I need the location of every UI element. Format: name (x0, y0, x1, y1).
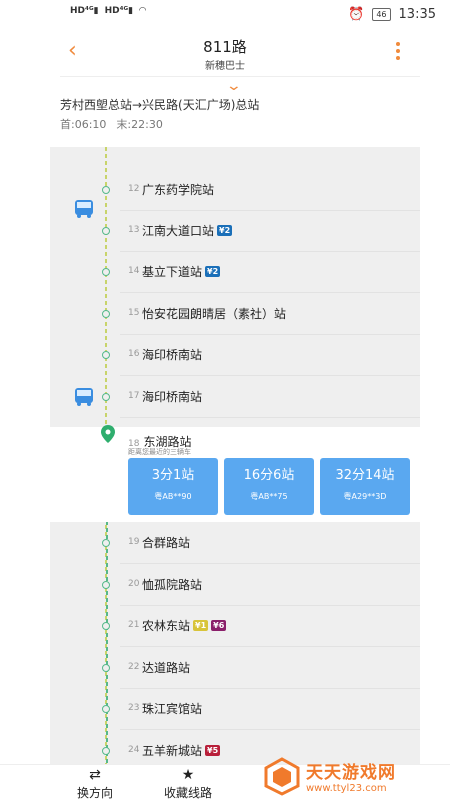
stop-number: 21 (128, 620, 140, 630)
stop-name: 珠江宾馆站 (142, 702, 203, 716)
metro-badge: ¥2 (217, 225, 233, 236)
switch-direction-label: 换方向 (76, 786, 113, 800)
alarm-icon: ⏰ (348, 7, 365, 22)
stop-dot (102, 351, 110, 359)
stop-number: 23 (128, 703, 140, 713)
stop-name: 达道路站 (142, 661, 191, 675)
status-bar: HD⁴ᴳ▮ HD⁴ᴳ▮ ◠ ⏰ 46 13:35 (0, 0, 450, 30)
stop-number: 22 (128, 662, 140, 672)
signal-icon: HD⁴ᴳ▮ (104, 6, 134, 16)
chevron-down-icon[interactable]: ⌄ (226, 78, 242, 94)
switch-direction-button[interactable]: ⇄ 换方向 (55, 767, 135, 801)
stop-name: 合群路站 (142, 536, 191, 550)
signal-indicators: HD⁴ᴳ▮ HD⁴ᴳ▮ ◠ (70, 6, 146, 16)
stop-name: 恤孤院路站 (142, 578, 203, 592)
stop-dot (102, 310, 110, 318)
arrival-eta: 16分6站 (243, 468, 295, 483)
watermark-title: 天天游戏网 (306, 763, 396, 783)
page-title: 811路 (203, 38, 247, 56)
stop-dot (102, 664, 110, 672)
watermark: 天天游戏网 www.ttyl23.com (262, 752, 450, 800)
stop-dot (102, 622, 110, 630)
clock: 13:35 (398, 7, 436, 22)
stop-dot (102, 268, 110, 276)
stop-row[interactable]: 16 海印桥南站 (120, 335, 420, 376)
stop-row[interactable]: 20 恤孤院路站 (120, 565, 420, 606)
stop-row[interactable]: 14 基立下道站 ¥2 (120, 252, 420, 293)
stop-number: 13 (128, 225, 140, 235)
stop-number: 17 (128, 391, 140, 401)
stop-number: 24 (128, 745, 140, 755)
bus-plate: 粤AB**75 (250, 492, 288, 501)
stop-name: 江南大道口站 (142, 224, 215, 238)
arrival-eta: 3分1站 (151, 468, 195, 483)
header-divider (60, 76, 420, 77)
star-icon: ★ (181, 767, 195, 783)
stop-row[interactable]: 21 农林东站 ¥1 ¥6 (120, 606, 420, 647)
service-hours: 首:06:10 末:22:30 (60, 116, 163, 132)
arrival-card[interactable]: 16分6站 粤AB**75 (224, 458, 314, 515)
stop-dot (102, 186, 110, 194)
nearest-buses-note: 距离您最近的三辆车 (128, 448, 191, 456)
metro-badge: ¥6 (211, 620, 227, 631)
stop-row[interactable]: 17 海印桥南站 (120, 377, 420, 418)
watermark-logo-icon (264, 757, 300, 796)
stop-dot (102, 747, 110, 755)
stop-dot (102, 227, 110, 235)
stop-number: 16 (128, 349, 140, 359)
current-stop-panel[interactable]: 18 东湖路站 距离您最近的三辆车 3分1站 粤AB**90 16分6站 粤AB*… (50, 425, 420, 522)
arrival-card[interactable]: 32分14站 粤A29**3D (320, 458, 410, 515)
stop-number: 15 (128, 308, 140, 318)
watermark-url: www.ttyl23.com (306, 783, 387, 794)
stop-row[interactable]: 13 江南大道口站 ¥2 (120, 211, 420, 252)
more-menu-icon[interactable] (396, 42, 400, 62)
stop-name: 广东药学院站 (142, 183, 215, 197)
swap-icon: ⇄ (89, 767, 101, 783)
stop-dot (102, 705, 110, 713)
first-bus-time: 首:06:10 (60, 118, 107, 131)
last-bus-time: 末:22:30 (116, 118, 163, 131)
battery-indicator: 46 (372, 8, 391, 21)
stop-name: 五羊新城站 (142, 744, 203, 758)
stop-row[interactable]: 22 达道路站 (120, 648, 420, 689)
bus-icon[interactable] (73, 387, 95, 407)
stop-name: 基立下道站 (142, 265, 203, 279)
metro-badge: ¥5 (205, 745, 221, 756)
stop-dot (102, 539, 110, 547)
arrival-card[interactable]: 3分1站 粤AB**90 (128, 458, 218, 515)
bus-plate: 粤AB**90 (154, 492, 192, 501)
navigation-bar: ‹ 811路 新穗巴士 (0, 30, 450, 76)
stop-name: 海印桥南站 (142, 390, 203, 404)
stop-number: 14 (128, 266, 140, 276)
stop-number: 19 (128, 537, 140, 547)
route-direction: 芳村西塱总站→兴民路(天汇广场)总站 (60, 98, 260, 112)
stop-number: 20 (128, 579, 140, 589)
stop-dot (102, 581, 110, 589)
favorite-route-button[interactable]: ★ 收藏线路 (148, 767, 228, 801)
stop-dot (102, 393, 110, 401)
stop-row[interactable]: 23 珠江宾馆站 (120, 689, 420, 730)
metro-badge: ¥2 (205, 266, 221, 277)
stop-name: 农林东站 (142, 619, 191, 633)
wifi-icon: ◠ (139, 6, 147, 16)
favorite-route-label: 收藏线路 (163, 786, 212, 800)
stop-row[interactable]: 12 广东药学院站 (120, 170, 420, 211)
stop-name: 海印桥南站 (142, 348, 203, 362)
arrival-eta: 32分14站 (335, 468, 395, 483)
arrival-cards: 3分1站 粤AB**90 16分6站 粤AB**75 32分14站 粤A29**… (128, 458, 410, 515)
bus-icon[interactable] (73, 199, 95, 219)
stop-number: 12 (128, 184, 140, 194)
stop-row[interactable]: 19 合群路站 (120, 523, 420, 564)
metro-badge: ¥1 (193, 620, 209, 631)
stop-row[interactable]: 15 怡安花园朗晴居（素社）站 (120, 294, 420, 335)
signal-icon: HD⁴ᴳ▮ (70, 6, 99, 16)
page-subtitle: 新穗巴士 (205, 61, 245, 72)
location-pin-icon (101, 425, 115, 443)
bus-plate: 粤A29**3D (343, 492, 387, 501)
stop-name: 怡安花园朗晴居（素社）站 (142, 307, 287, 321)
